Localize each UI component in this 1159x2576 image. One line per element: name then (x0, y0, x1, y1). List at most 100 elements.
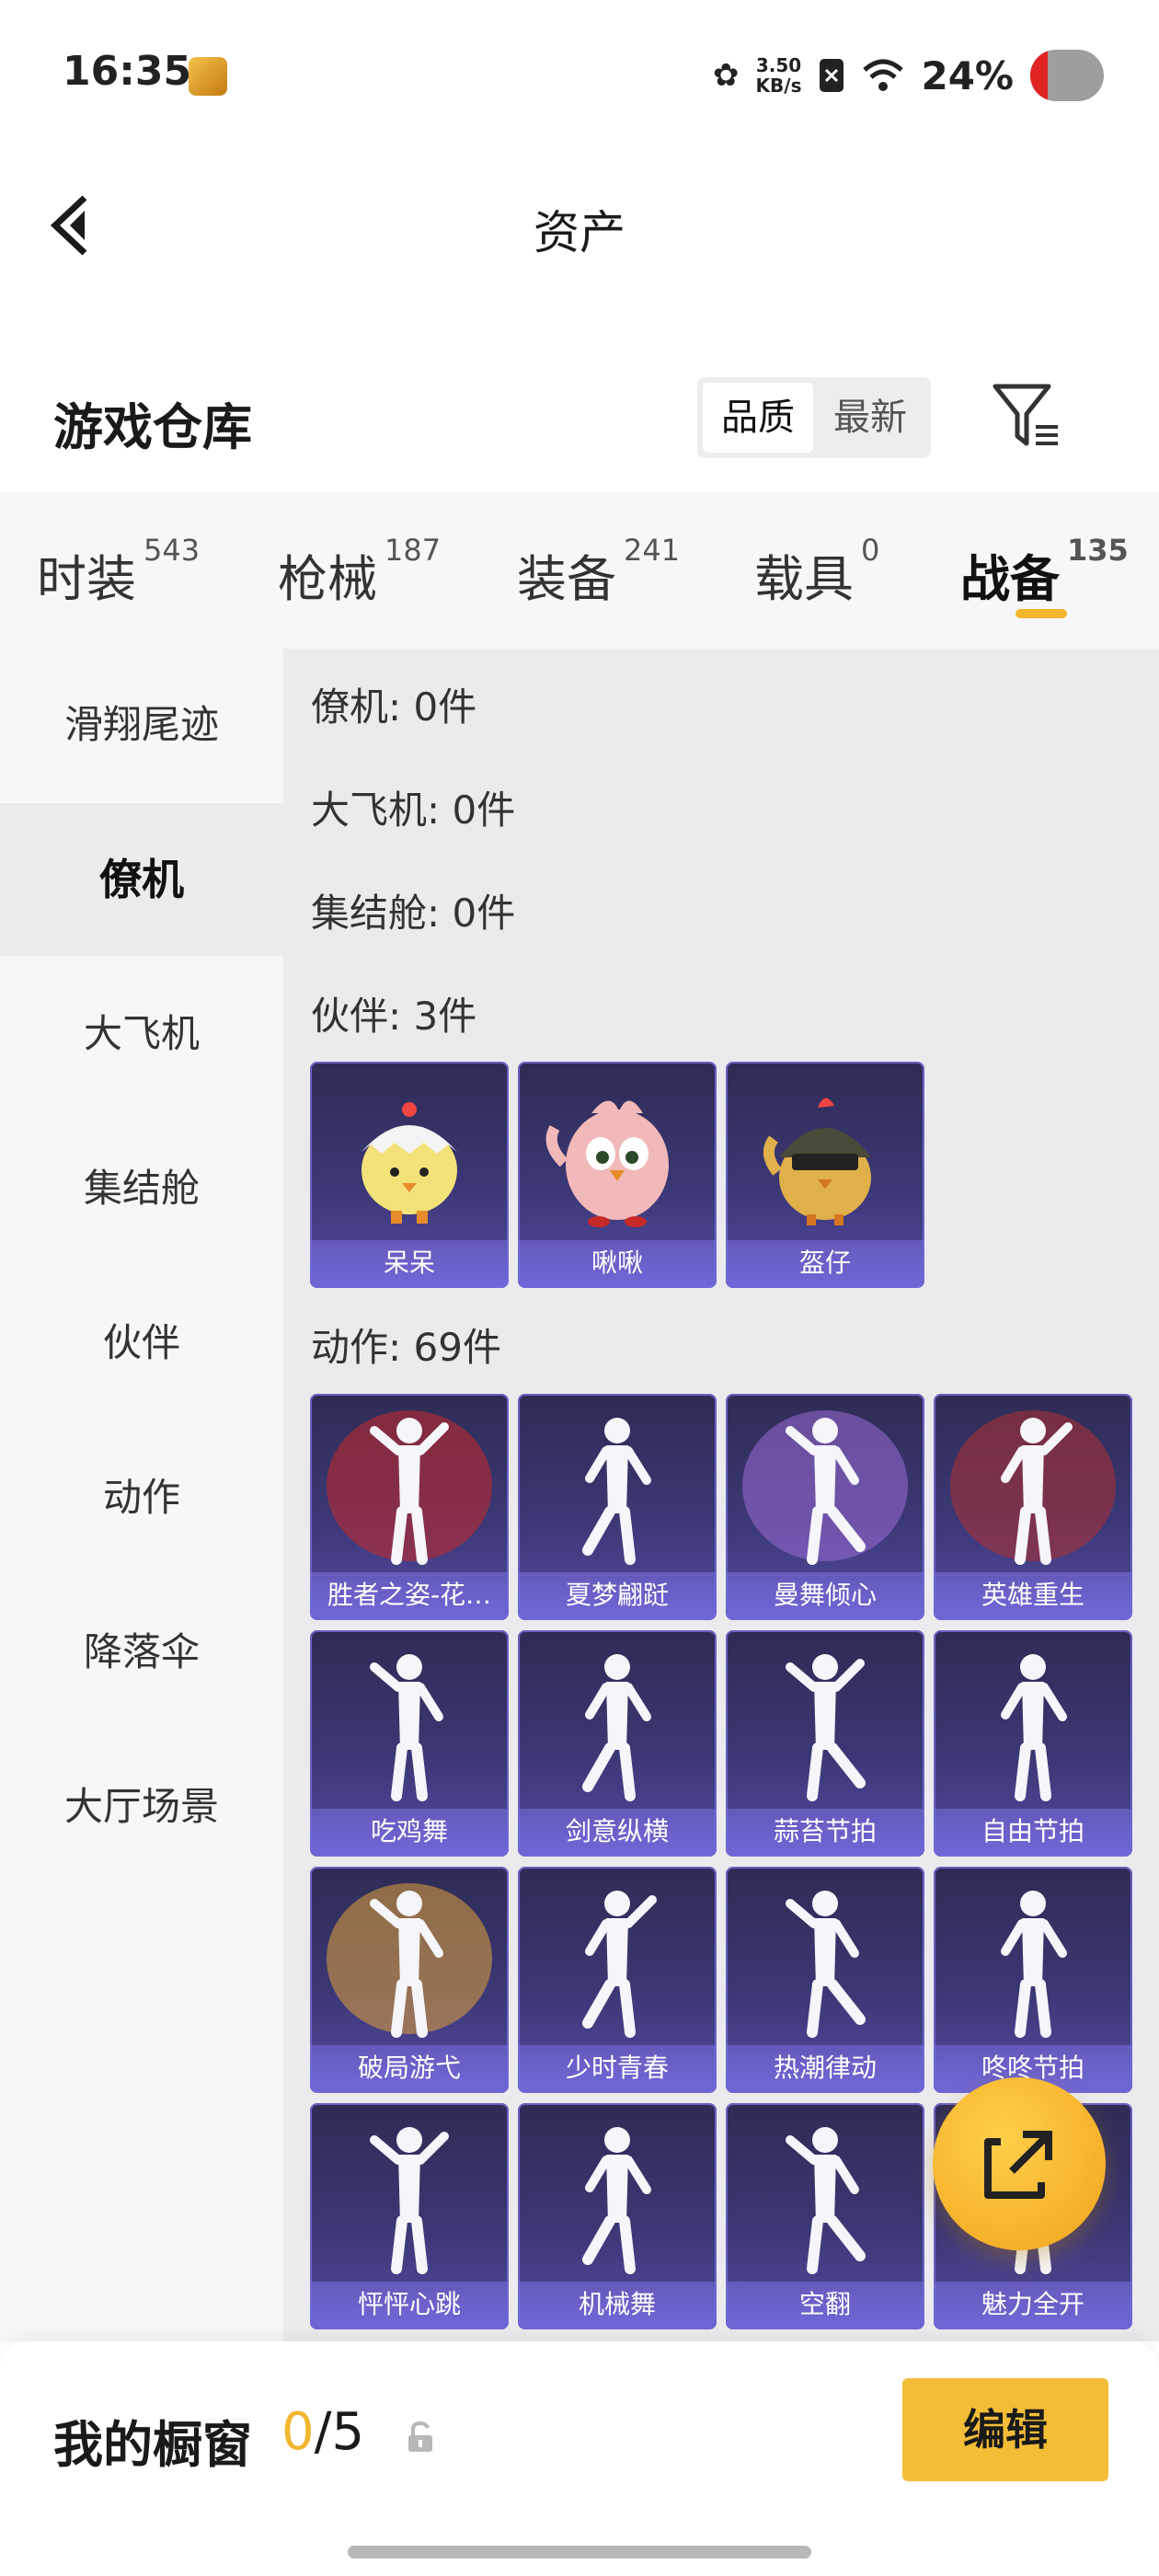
emote-card[interactable]: 剑意纵横 (518, 1630, 717, 1857)
status-icons: ✿ 3.50 KB/s 24% (713, 46, 1104, 105)
share-button[interactable] (933, 2077, 1106, 2250)
section-label-emote: 动作: 69件 (311, 1325, 501, 1370)
section-label-companion: 伙伴: 3件 (311, 994, 477, 1039)
network-speed: 3.50 KB/s (756, 55, 802, 96)
companion-card[interactable]: 啾啾 (518, 1062, 717, 1288)
sidebar-item-emote[interactable]: 动作 (0, 1421, 283, 1574)
showcase-count: 0/5 (281, 2402, 364, 2462)
card-label: 盔仔 (726, 1240, 924, 1288)
sidebar-item-glide-trail[interactable]: 滑翔尾迹 (0, 649, 283, 801)
tab-count: 0 (861, 533, 880, 568)
card-label: 吃鸡舞 (310, 1809, 509, 1857)
companion-helmet-chick-image (763, 1098, 871, 1225)
emote-figure-image (950, 1410, 1116, 1565)
tab-label: 载具 (754, 550, 854, 608)
emote-card[interactable]: 少时青春 (518, 1867, 717, 2093)
tab-equipment[interactable]: 装备 241 (517, 533, 680, 611)
emote-figure-image (582, 1654, 651, 1801)
card-label: 空翻 (726, 2282, 924, 2329)
card-label: 蒜苔节拍 (726, 1809, 924, 1857)
card-label: 魅力全开 (934, 2282, 1132, 2329)
sidebar-item-lobby-scene[interactable]: 大厅场景 (0, 1731, 283, 1883)
emote-card[interactable]: 自由节拍 (934, 1630, 1132, 1857)
emote-card[interactable]: 破局游弋 (310, 1867, 509, 2093)
emote-figure-image (582, 1418, 651, 1565)
tab-battle-prep[interactable]: 战备 135 (960, 533, 1129, 611)
tab-label: 时装 (37, 550, 136, 608)
companion-chick-image (361, 1102, 457, 1224)
sidebar-item-companion[interactable]: 伙伴 (0, 1267, 283, 1420)
edit-button[interactable]: 编辑 (902, 2378, 1108, 2481)
tab-vehicles[interactable]: 载具 0 (754, 533, 879, 611)
wifi-icon (863, 59, 904, 91)
card-label: 热潮律动 (726, 2045, 924, 2093)
category-tabs: 时装 543 枪械 187 装备 241 载具 0 战备 135 (0, 492, 1159, 649)
section-label-big-plane: 大飞机: 0件 (311, 788, 516, 833)
sort-quality-button[interactable]: 品质 (703, 383, 813, 453)
emote-card[interactable]: 胜者之姿-花… (310, 1394, 509, 1620)
tab-count: 187 (384, 533, 442, 568)
emote-figure-image (1001, 1891, 1067, 2038)
emote-figure-image (742, 1410, 908, 1565)
sim-off-icon (820, 59, 844, 92)
emote-figure-image (327, 1883, 492, 2038)
filter-icon[interactable] (990, 379, 1063, 453)
sidebar-item-wingman[interactable]: 僚机 (0, 803, 283, 956)
tab-label: 装备 (517, 550, 616, 608)
card-label: 呆呆 (310, 1240, 509, 1288)
battery-percent: 24% (921, 52, 1014, 98)
emote-card[interactable]: 空翻 (726, 2103, 924, 2329)
emote-figure-image (582, 1891, 657, 2038)
sort-toggle: 品质 最新 (697, 377, 931, 458)
tab-label: 枪械 (278, 550, 377, 608)
home-indicator (348, 2546, 811, 2559)
emote-card[interactable]: 吃鸡舞 (310, 1630, 509, 1857)
emote-card[interactable]: 曼舞倾心 (726, 1394, 924, 1620)
lock-icon (408, 2421, 432, 2452)
card-label: 少时青春 (518, 2045, 717, 2093)
emote-card[interactable]: 蒜苔节拍 (726, 1630, 924, 1857)
showcase-count-total: /5 (314, 2402, 365, 2462)
emote-card[interactable]: 热潮律动 (726, 1867, 924, 2093)
card-label: 自由节拍 (934, 1809, 1132, 1857)
flower-icon: ✿ (713, 57, 740, 94)
card-label: 胜者之姿-花… (310, 1572, 509, 1620)
emote-figure-image (1001, 1654, 1067, 1801)
status-time: 16:35 (63, 48, 192, 95)
showcase-count-current: 0 (281, 2402, 315, 2462)
sidebar-item-big-plane[interactable]: 大飞机 (0, 958, 283, 1110)
tab-firearms[interactable]: 枪械 187 (278, 533, 441, 611)
sidebar-item-parachute[interactable]: 降落伞 (0, 1576, 283, 1729)
network-speed-value: 3.50 (755, 54, 802, 76)
emote-card[interactable]: 怦怦心跳 (310, 2103, 509, 2329)
sidebar-item-rally-pod[interactable]: 集结舱 (0, 1112, 283, 1265)
warehouse-header: 游戏仓库 品质 最新 (0, 359, 1159, 478)
emote-figure-image (370, 2127, 449, 2274)
emote-figure-image (786, 1891, 866, 2038)
emote-card[interactable]: 咚咚节拍 (934, 1867, 1132, 2093)
sidebar: 滑翔尾迹 僚机 大飞机 集结舱 伙伴 动作 降落伞 大厅场景 (0, 649, 283, 2341)
emote-card[interactable]: 机械舞 (518, 2103, 717, 2329)
emote-figure-image (370, 1654, 443, 1801)
showcase-title: 我的橱窗 (53, 2416, 252, 2474)
emote-figure-image (786, 1654, 866, 1801)
card-label: 夏梦翩跹 (518, 1572, 717, 1620)
companion-card[interactable]: 呆呆 (310, 1062, 509, 1288)
showcase-bar: 我的橱窗 0/5 编辑 (0, 2341, 1159, 2576)
card-label: 英雄重生 (934, 1572, 1132, 1620)
sort-newest-button[interactable]: 最新 (815, 383, 925, 453)
tab-fashion[interactable]: 时装 543 (37, 533, 200, 611)
card-label: 破局游弋 (310, 2045, 509, 2093)
status-bar: 16:35 ✿ 3.50 KB/s 24% (0, 0, 1159, 152)
warehouse-title: 游戏仓库 (53, 398, 252, 456)
card-label: 机械舞 (518, 2282, 717, 2329)
emote-card[interactable]: 英雄重生 (934, 1394, 1132, 1620)
emote-card[interactable]: 夏梦翩跹 (518, 1394, 717, 1620)
tab-active-indicator (1016, 609, 1067, 618)
card-label: 剑意纵横 (518, 1809, 717, 1857)
card-label: 曼舞倾心 (726, 1572, 924, 1620)
emote-figure-image (327, 1410, 492, 1565)
section-label-wingman: 僚机: 0件 (311, 684, 477, 730)
companion-card[interactable]: 盔仔 (726, 1062, 924, 1288)
page-title: 资产 (534, 206, 625, 259)
